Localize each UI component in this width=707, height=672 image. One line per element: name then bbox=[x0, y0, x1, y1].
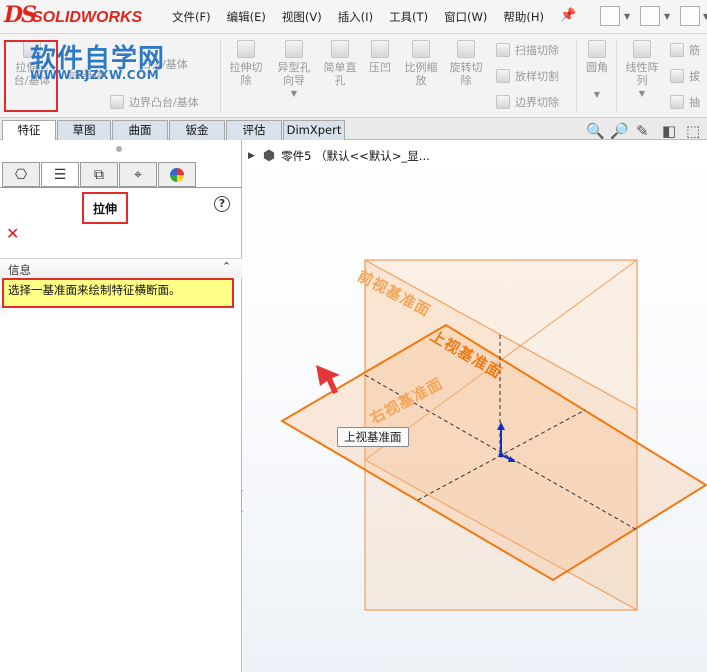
origin-point[interactable] bbox=[498, 452, 504, 458]
reference-planes-drawing[interactable] bbox=[0, 0, 707, 672]
pointer-arrow-icon bbox=[316, 365, 340, 394]
plane-tooltip: 上视基准面 bbox=[337, 427, 409, 447]
